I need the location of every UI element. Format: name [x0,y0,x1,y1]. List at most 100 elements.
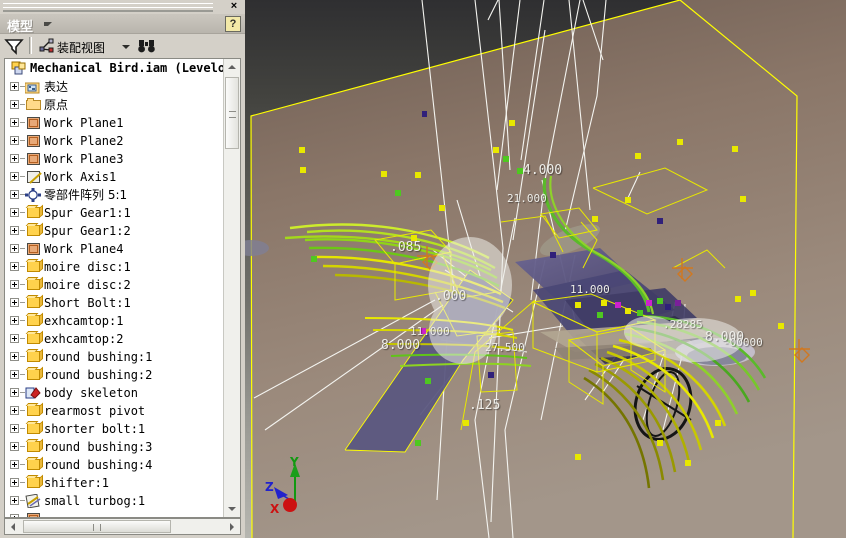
scroll-down-arrow-icon[interactable] [224,501,240,517]
tree-connector [20,428,25,429]
expand-toggle-icon[interactable] [10,208,19,217]
tree-item-label: moire disc:1 [44,260,131,274]
tree-connector [20,266,25,267]
coordinate-triad[interactable]: Y Z X [262,455,332,525]
expand-toggle-icon[interactable] [10,172,19,181]
tree-item-spur-gear1-1[interactable]: Spur Gear1:1 [5,204,223,222]
model-tree[interactable]: Mechanical Bird.iam (Levelof 表达 原点 Work Pl… [4,58,241,518]
expand-toggle-icon[interactable] [10,154,19,163]
tree-connector [20,410,25,411]
scroll-left-arrow-icon[interactable] [5,519,21,534]
funnel-filter-icon[interactable] [4,37,24,55]
expand-toggle-icon[interactable] [10,424,19,433]
tree-item-work-plane3[interactable]: Work Plane3 [5,150,223,168]
chevron-down-icon[interactable] [122,45,130,49]
scrollbar-thumb[interactable] [23,520,171,533]
expand-toggle-icon[interactable] [10,118,19,127]
expand-toggle-icon[interactable] [10,262,19,271]
tree-item-label: 零部件阵列 5:1 [44,188,128,202]
tree-item-row-24[interactable] [5,510,223,517]
tree-item-work-plane2[interactable]: Work Plane2 [5,132,223,150]
tree-item-5-1[interactable]: 零部件阵列 5:1 [5,186,223,204]
expand-toggle-icon[interactable] [10,280,19,289]
page-title: 模型 [7,20,34,35]
panel-drag-gripper[interactable] [3,3,213,12]
tree-item-moire-disc-2[interactable]: moire disc:2 [5,276,223,294]
sheet-part-icon [25,493,41,509]
expand-toggle-icon[interactable] [10,352,19,361]
tree-connector [20,356,25,357]
help-icon[interactable]: ? [225,16,241,32]
expand-toggle-icon[interactable] [10,478,19,487]
tree-connector [20,158,25,159]
expand-toggle-icon[interactable] [10,460,19,469]
tree-root-row[interactable]: Mechanical Bird.iam (Levelof [5,59,223,78]
tree-item-work-plane4[interactable]: Work Plane4 [5,240,223,258]
expand-toggle-icon[interactable] [10,226,19,235]
tree-item-round-bushing-3[interactable]: round bushing:3 [5,438,223,456]
tree-item-spur-gear1-2[interactable]: Spur Gear1:2 [5,222,223,240]
expand-toggle-icon[interactable] [10,100,19,109]
tree-item-label: Work Axis1 [44,170,117,184]
expand-toggle-icon[interactable] [10,244,19,253]
tree-item-exhcamtop-2[interactable]: exhcamtop:2 [5,330,223,348]
binoculars-find-icon[interactable] [137,37,157,55]
toolbar-separator [29,37,32,54]
expand-toggle-icon[interactable] [10,442,19,451]
expand-toggle-icon[interactable] [10,190,19,199]
3d-viewport[interactable]: 4.000 21.000.085 11.000.000 11.000 8.000 27.5… [245,0,846,538]
tree-item-label: body skeleton [44,386,138,400]
tree-vertical-scrollbar[interactable] [223,59,240,517]
tree-horizontal-scrollbar[interactable] [4,518,241,535]
tree-item-work-axis1[interactable]: Work Axis1 [5,168,223,186]
assembly-view-icon[interactable] [38,37,56,55]
part-cube-icon [27,279,40,290]
origin-folder-icon [26,98,41,110]
tree-item-work-plane1[interactable]: Work Plane1 [5,114,223,132]
tree-connector [20,176,25,177]
tree-connector [20,446,25,447]
tree-connector [20,374,25,375]
tree-item-moire-disc-1[interactable]: moire disc:1 [5,258,223,276]
expand-toggle-icon[interactable] [10,406,19,415]
expand-toggle-icon[interactable] [10,388,19,397]
tree-item-label: round bushing:3 [44,440,153,454]
tree-item-round-bushing-4[interactable]: round bushing:4 [5,456,223,474]
work-plane-icon [27,243,40,255]
tree-item-short-bolt-1[interactable]: Short Bolt:1 [5,294,223,312]
close-icon[interactable]: × [227,0,241,14]
part-cube-icon [27,513,40,517]
panel-title-strip: × [0,0,245,14]
scroll-right-arrow-icon[interactable] [224,519,240,534]
expand-toggle-icon[interactable] [10,496,19,505]
tree-item-round-bushing-2[interactable]: round bushing:2 [5,366,223,384]
chevron-down-icon[interactable] [44,22,52,26]
tree-item-label: shorter bolt:1 [44,422,146,436]
expand-toggle-icon[interactable] [10,298,19,307]
scroll-up-arrow-icon[interactable] [224,59,240,75]
tree-item-shorter-bolt-1[interactable]: shorter bolt:1 [5,420,223,438]
scrollbar-thumb[interactable] [225,77,239,149]
expand-toggle-icon[interactable] [10,514,19,517]
expand-toggle-icon[interactable] [10,370,19,379]
expand-toggle-icon[interactable] [10,316,19,325]
expand-toggle-icon[interactable] [10,82,19,91]
part-cube-icon [27,207,40,218]
tree-connector [20,140,25,141]
tree-item-[interactable]: 表达 [5,78,223,96]
expand-toggle-icon[interactable] [10,334,19,343]
expand-toggle-icon[interactable] [10,136,19,145]
tree-item-exhcamtop-1[interactable]: exhcamtop:1 [5,312,223,330]
axis-label-z: Z [265,480,274,494]
tree-item-shifter-1[interactable]: shifter:1 [5,474,223,492]
tree-item-body-skeleton[interactable]: body skeleton [5,384,223,402]
tree-item-label: Short Bolt:1 [44,296,131,310]
tree-item-round-bushing-1[interactable]: round bushing:1 [5,348,223,366]
tree-item-small-turbog-1[interactable]: small turbog:1 [5,492,223,510]
tree-item-label: 表达 [44,80,69,94]
part-cube-icon [27,315,40,326]
tree-item-rearmost-pivot[interactable]: rearmost pivot [5,402,223,420]
tree-item-label: Spur Gear1:1 [44,206,131,220]
tree-item-[interactable]: 原点 [5,96,223,114]
tree-item-label: small turbog:1 [44,494,146,508]
